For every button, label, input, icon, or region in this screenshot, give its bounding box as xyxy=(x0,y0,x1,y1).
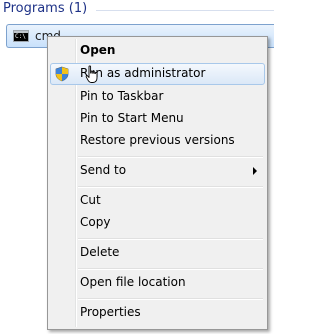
menu-item-label: Pin to Start Menu xyxy=(80,111,184,125)
menu-item-label: Delete xyxy=(80,245,120,259)
menu-item-label: Cut xyxy=(80,193,101,207)
menu-item-pin-to-start-menu[interactable]: Pin to Start Menu xyxy=(50,108,265,130)
context-menu: Open Run as administrator Pin to Taskbar… xyxy=(47,36,268,330)
menu-item-label: Copy xyxy=(80,215,111,229)
command-prompt-icon: C:\ xyxy=(13,30,29,42)
submenu-arrow-icon xyxy=(253,167,257,175)
menu-item-label: Open xyxy=(80,43,116,57)
menu-item-label: Properties xyxy=(80,305,141,319)
menu-item-label: Pin to Taskbar xyxy=(80,89,164,103)
header-divider xyxy=(96,10,274,11)
programs-heading: Programs (1) xyxy=(3,1,88,16)
menu-item-pin-to-taskbar[interactable]: Pin to Taskbar xyxy=(50,86,265,108)
menu-item-open[interactable]: Open xyxy=(50,40,265,62)
programs-section-header: Programs (1) xyxy=(0,0,274,22)
menu-separator xyxy=(78,298,263,300)
menu-item-run-as-administrator[interactable]: Run as administrator xyxy=(50,63,265,85)
menu-item-label: Open file location xyxy=(80,275,186,289)
menu-separator xyxy=(78,156,263,158)
menu-separator xyxy=(78,238,263,240)
menu-item-delete[interactable]: Delete xyxy=(50,242,265,264)
menu-item-label: Run as administrator xyxy=(80,66,206,80)
uac-shield-icon xyxy=(55,66,69,82)
menu-item-label: Send to xyxy=(80,163,127,177)
menu-item-label: Restore previous versions xyxy=(80,133,235,147)
menu-item-properties[interactable]: Properties xyxy=(50,302,265,324)
menu-item-send-to[interactable]: Send to xyxy=(50,160,265,182)
menu-item-copy[interactable]: Copy xyxy=(50,212,265,234)
menu-separator xyxy=(78,268,263,270)
menu-item-cut[interactable]: Cut xyxy=(50,190,265,212)
menu-item-restore-previous-versions[interactable]: Restore previous versions xyxy=(50,130,265,152)
menu-separator xyxy=(78,186,263,188)
menu-item-open-file-location[interactable]: Open file location xyxy=(50,272,265,294)
